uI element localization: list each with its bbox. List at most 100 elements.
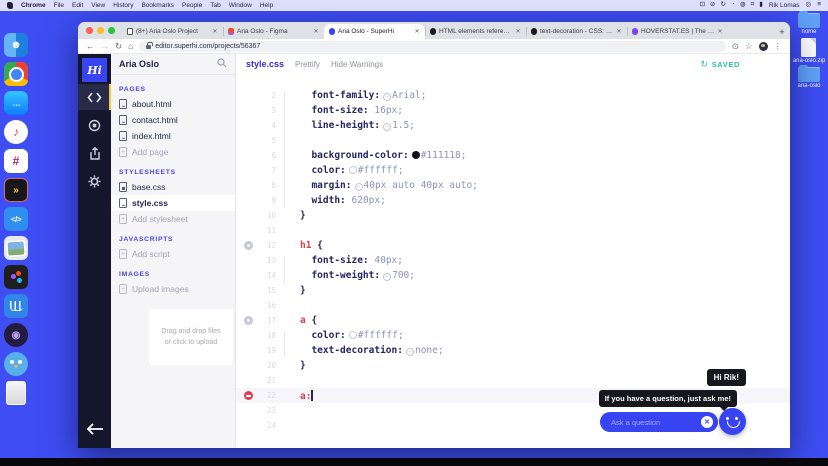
file-item-contact.html[interactable]: contact.html [119, 112, 235, 128]
maximize-window-button[interactable] [108, 27, 115, 34]
code-line[interactable]: 15} [236, 283, 790, 298]
back-nav-button[interactable]: ← [86, 42, 95, 51]
code-line[interactable]: 3 font-size: 16px; [236, 103, 790, 118]
tab-close-icon[interactable]: ✕ [414, 28, 419, 35]
finder-icon[interactable]: ☻ [4, 33, 28, 57]
code-line[interactable]: 16 [236, 298, 790, 313]
apple-icon[interactable] [7, 2, 13, 9]
code-view-button[interactable] [78, 84, 111, 110]
tab-close-icon[interactable]: ✕ [717, 28, 722, 35]
code-line[interactable]: 13 font-size: 40px; [236, 253, 790, 268]
rule-settings-icon[interactable] [243, 316, 253, 325]
code-line[interactable]: 11 [236, 223, 790, 238]
figma-icon[interactable] [4, 265, 28, 289]
prettify-button[interactable]: Prettify [295, 60, 320, 69]
code-line[interactable]: 6 background-color: #111118; [236, 148, 790, 163]
search-icon[interactable] [217, 58, 227, 70]
file-item-index.html[interactable]: index.html [119, 128, 235, 144]
menu-item-edit[interactable]: Edit [72, 2, 83, 9]
battery-icon[interactable]: ▮ [759, 2, 763, 9]
slack-icon[interactable]: # [4, 149, 28, 173]
display-icon[interactable]: ⊡ [700, 2, 705, 9]
browser-tab[interactable]: text-decoration - CSS: Cascadi…✕ [525, 24, 627, 39]
code-line[interactable]: 8 margin: −40px auto 40px auto; [236, 178, 790, 193]
code-line[interactable]: 10} [236, 208, 790, 223]
add-item-add-page[interactable]: Add page [119, 144, 235, 160]
color-swatch-white[interactable] [348, 331, 357, 339]
code-line[interactable]: 4 line-height: −1.5; [236, 118, 790, 133]
chat-input[interactable]: Ask a question ✕ [600, 412, 718, 432]
messages-icon[interactable]: … [4, 91, 28, 115]
chrome-icon[interactable] [4, 62, 28, 86]
music-icon[interactable]: ♪ [4, 120, 28, 144]
browser-tab[interactable]: (8+) Aria Oslo Project ✕ [122, 24, 223, 39]
new-tab-button[interactable]: + [774, 24, 790, 39]
url-bar[interactable]: editor.superhi.com/projects/56367 [139, 40, 726, 52]
collapse-toggle-icon[interactable]: − [383, 93, 392, 101]
chat-close-button[interactable]: ✕ [701, 416, 713, 428]
menu-item-help[interactable]: Help [260, 2, 273, 9]
code-line[interactable]: 2 font-family: − Arial; [236, 88, 790, 103]
browser-tab[interactable]: Aria Oslo - SuperHi ✕ [323, 24, 425, 39]
browser-tab[interactable]: Aria Oslo - Figma ✕ [222, 24, 324, 39]
menu-item-bookmarks[interactable]: Bookmarks [141, 2, 174, 9]
code-line[interactable]: 5 [236, 133, 790, 148]
reload-button[interactable]: ↻ [115, 42, 122, 51]
desktop-icon-aria-oslo[interactable]: aria-oslo [797, 65, 821, 89]
bookmark-star-icon[interactable]: ☆ [745, 42, 753, 51]
menu-item-history[interactable]: History [113, 2, 133, 9]
code-line[interactable]: 18 color: #ffffff; [236, 328, 790, 343]
cloud-icon[interactable]: ◍ [740, 2, 746, 9]
menu-item-chrome[interactable]: Chrome [21, 2, 46, 9]
desktop-icon-home[interactable]: home [798, 11, 820, 35]
control-center-icon[interactable]: ≡ [817, 2, 821, 9]
tab-close-icon[interactable]: ✕ [616, 28, 621, 35]
superhi-logo[interactable]: Hi [82, 58, 107, 82]
menu-item-people[interactable]: People [182, 2, 202, 9]
vscode-icon[interactable]: </> [4, 207, 28, 231]
error-icon[interactable] [243, 391, 253, 400]
add-item-add-stylesheet[interactable]: Add stylesheet [119, 211, 235, 227]
keyboard-icon[interactable]: ⌗ [751, 2, 755, 9]
code-line[interactable]: 12 h1 { [236, 238, 790, 253]
preview-button[interactable] [78, 112, 111, 138]
clock-icon[interactable]: ◔ [731, 2, 735, 9]
forward-nav-button[interactable]: → [101, 42, 110, 51]
share-button[interactable] [78, 140, 111, 166]
add-item-upload-images[interactable]: Upload images [119, 281, 235, 297]
browser-tab[interactable]: HOVERSTAT.ES | The home of …✕ [626, 24, 728, 39]
add-item-add-script[interactable]: Add script [119, 246, 235, 262]
color-swatch-white[interactable] [348, 166, 357, 174]
collapse-toggle-icon[interactable]: − [405, 348, 414, 356]
collapse-toggle-icon[interactable]: − [383, 273, 392, 281]
code-line[interactable]: 17 a { [236, 313, 790, 328]
menu-item-view[interactable]: View [91, 2, 105, 9]
code-line[interactable]: 9 width: 620px; [236, 193, 790, 208]
menu-item-window[interactable]: Window [229, 2, 252, 9]
collapse-toggle-icon[interactable]: − [383, 123, 392, 131]
home-button[interactable]: ⌂ [128, 42, 133, 51]
file-item-base.css[interactable]: base.css [119, 179, 235, 195]
hide-warnings-button[interactable]: Hide Warnings [331, 60, 383, 69]
browser-menu-icon[interactable]: ⋮ [774, 42, 783, 51]
tab-close-icon[interactable]: ✕ [515, 28, 520, 35]
intercom-icon[interactable] [4, 294, 28, 318]
video-editor-icon[interactable]: ◉ [4, 323, 28, 347]
close-window-button[interactable] [86, 27, 93, 34]
file-item-about.html[interactable]: about.html [119, 96, 235, 112]
rule-settings-icon[interactable] [243, 241, 253, 250]
chat-smiley-button[interactable] [719, 408, 746, 435]
tab-close-icon[interactable]: ✕ [313, 28, 318, 35]
file-item-style.css[interactable]: style.css [111, 195, 235, 211]
collapse-toggle-icon[interactable]: − [354, 183, 363, 191]
sync-icon[interactable]: ↻ [721, 2, 726, 9]
color-swatch-dark[interactable] [411, 151, 420, 159]
code-line[interactable]: 14 font-weight: −700; [236, 268, 790, 283]
menu-username[interactable]: Rik Lomas [769, 2, 800, 9]
trash-icon[interactable] [6, 381, 26, 405]
browser-tab[interactable]: HTML elements reference - HT…✕ [424, 24, 526, 39]
settings-button[interactable] [78, 168, 111, 194]
shield-icon[interactable]: ⊘ [710, 2, 715, 9]
tab-close-icon[interactable]: ✕ [212, 28, 217, 35]
menu-item-file[interactable]: File [54, 2, 64, 9]
